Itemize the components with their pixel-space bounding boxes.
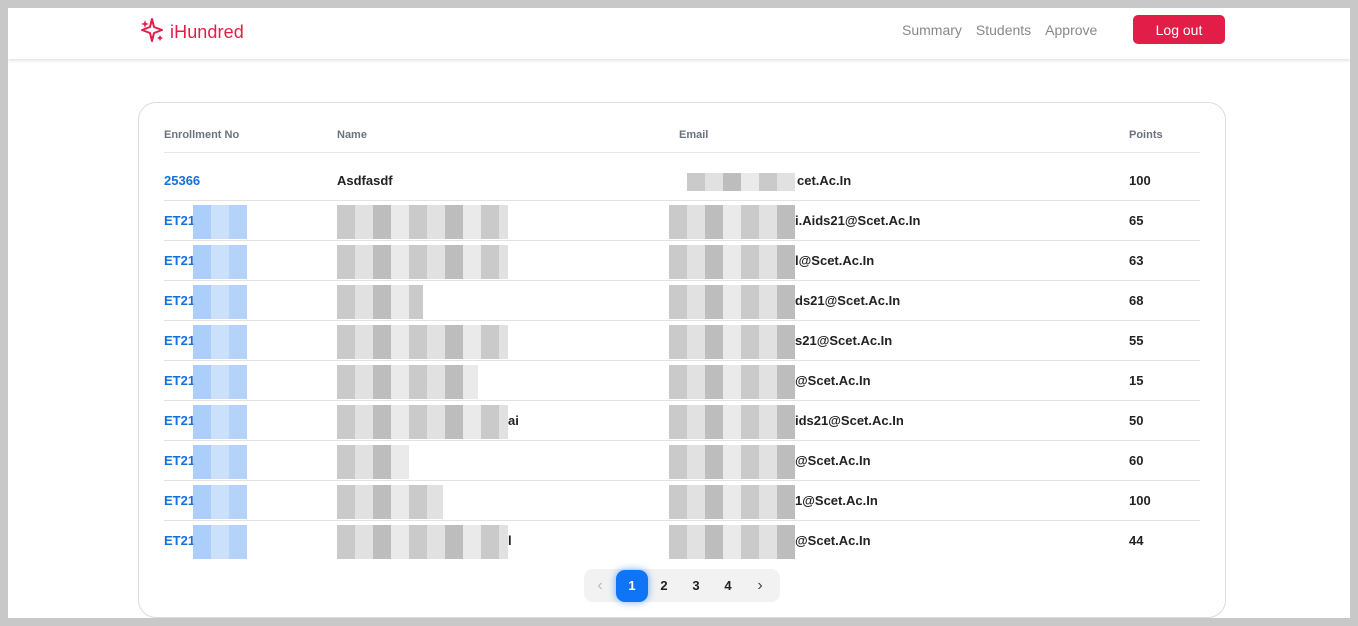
page-2-button[interactable]: 2	[648, 570, 680, 602]
student-points: 44	[1129, 533, 1144, 548]
brand[interactable]: iHundred	[140, 17, 244, 48]
student-email: @Scet.Ac.In	[795, 533, 871, 548]
email-redaction	[669, 201, 795, 240]
enrollment-redaction	[193, 521, 247, 560]
table-row[interactable]: ET21 s21@Scet.Ac.In 55	[164, 321, 1200, 361]
page-1-button[interactable]: 1	[616, 569, 648, 602]
name-redaction	[337, 441, 409, 480]
nav-students[interactable]: Students	[976, 22, 1031, 38]
email-redaction	[687, 161, 795, 200]
email-redaction	[669, 321, 795, 360]
header-email: Email	[679, 129, 709, 141]
student-email: cet.Ac.In	[797, 173, 852, 188]
page-4-button[interactable]: 4	[712, 570, 744, 602]
student-points: 60	[1129, 453, 1144, 468]
table-row[interactable]: ET21 l@Scet.Ac.In 63	[164, 241, 1200, 281]
header-points: Points	[1129, 129, 1163, 141]
student-email: 1@Scet.Ac.In	[795, 493, 878, 508]
enrollment-redaction	[193, 281, 247, 320]
email-redaction	[669, 281, 795, 320]
student-email: ids21@Scet.Ac.In	[795, 413, 904, 428]
nav-summary[interactable]: Summary	[902, 22, 962, 38]
sparkle-logo-icon	[140, 17, 164, 48]
students-table-card: Enrollment No Name Email Points 25366 As…	[138, 102, 1226, 618]
student-name: l	[508, 533, 512, 548]
student-email: l@Scet.Ac.In	[795, 253, 875, 268]
logout-button[interactable]: Log out	[1133, 15, 1225, 44]
student-points: 65	[1129, 213, 1144, 228]
next-page-button[interactable]: ›	[744, 570, 776, 602]
name-redaction	[337, 321, 508, 360]
table-row[interactable]: ET21 1@Scet.Ac.In 100	[164, 481, 1200, 521]
enrollment-redaction	[193, 321, 247, 360]
name-redaction	[337, 521, 508, 560]
enrollment-link[interactable]: ET21	[164, 401, 195, 440]
enrollment-link[interactable]: ET21	[164, 281, 195, 320]
student-points: 63	[1129, 253, 1144, 268]
enrollment-redaction	[193, 361, 247, 400]
enrollment-link[interactable]: ET21	[164, 241, 195, 280]
top-navbar: iHundred Summary Students Approve Log ou…	[8, 8, 1350, 59]
enrollment-redaction	[193, 401, 247, 440]
student-email: i.Aids21@Scet.Ac.In	[795, 213, 921, 228]
table-header: Enrollment No Name Email Points	[164, 129, 1200, 153]
name-redaction	[337, 241, 508, 280]
prev-page-button[interactable]: ‹	[584, 570, 616, 602]
enrollment-link[interactable]: ET21	[164, 201, 195, 240]
enrollment-link[interactable]: ET21	[164, 321, 195, 360]
enrollment-redaction	[193, 441, 247, 480]
nav-links: Summary Students Approve	[902, 22, 1111, 38]
email-redaction	[669, 401, 795, 440]
table-row[interactable]: ET21 ds21@Scet.Ac.In 68	[164, 281, 1200, 321]
app-frame: iHundred Summary Students Approve Log ou…	[8, 8, 1350, 618]
student-points: 50	[1129, 413, 1144, 428]
email-redaction	[669, 361, 795, 400]
table-row[interactable]: ET21 @Scet.Ac.In 60	[164, 441, 1200, 481]
student-points: 55	[1129, 333, 1144, 348]
enrollment-redaction	[193, 481, 247, 520]
page-3-button[interactable]: 3	[680, 570, 712, 602]
email-redaction	[669, 241, 795, 280]
student-points: 68	[1129, 293, 1144, 308]
enrollment-link[interactable]: 25366	[164, 161, 200, 200]
student-email: s21@Scet.Ac.In	[795, 333, 893, 348]
header-enrollment: Enrollment No	[164, 129, 240, 141]
student-points: 100	[1129, 173, 1151, 188]
email-redaction	[669, 521, 795, 560]
nav-approve[interactable]: Approve	[1045, 22, 1097, 38]
email-redaction	[669, 441, 795, 480]
enrollment-link[interactable]: ET21	[164, 481, 195, 520]
table-row[interactable]: ET21 i.Aids21@Scet.Ac.In 65	[164, 201, 1200, 241]
student-name: ai	[508, 413, 519, 428]
table-row[interactable]: ET21 ai ids21@Scet.Ac.In 50	[164, 401, 1200, 441]
email-redaction	[669, 481, 795, 520]
name-redaction	[337, 281, 423, 320]
student-email: @Scet.Ac.In	[795, 373, 871, 388]
student-email: ds21@Scet.Ac.In	[795, 293, 901, 308]
pagination: ‹ 1 2 3 4 ›	[584, 569, 780, 602]
enrollment-redaction	[193, 201, 247, 240]
name-redaction	[337, 361, 478, 400]
student-points: 100	[1129, 493, 1151, 508]
table-row[interactable]: 25366 Asdfasdf cet.Ac.In 100	[164, 161, 1200, 201]
table-row[interactable]: ET21 l @Scet.Ac.In 44	[164, 521, 1200, 561]
table-row[interactable]: ET21 @Scet.Ac.In 15	[164, 361, 1200, 401]
name-redaction	[337, 401, 508, 440]
enrollment-link[interactable]: ET21	[164, 521, 195, 560]
name-redaction	[337, 481, 443, 520]
brand-name: iHundred	[170, 22, 244, 42]
student-name: Asdfasdf	[337, 173, 393, 188]
student-points: 15	[1129, 373, 1144, 388]
enrollment-link[interactable]: ET21	[164, 441, 195, 480]
student-email: @Scet.Ac.In	[795, 453, 871, 468]
enrollment-redaction	[193, 241, 247, 280]
enrollment-link[interactable]: ET21	[164, 361, 195, 400]
header-name: Name	[337, 129, 367, 141]
name-redaction	[337, 201, 508, 240]
